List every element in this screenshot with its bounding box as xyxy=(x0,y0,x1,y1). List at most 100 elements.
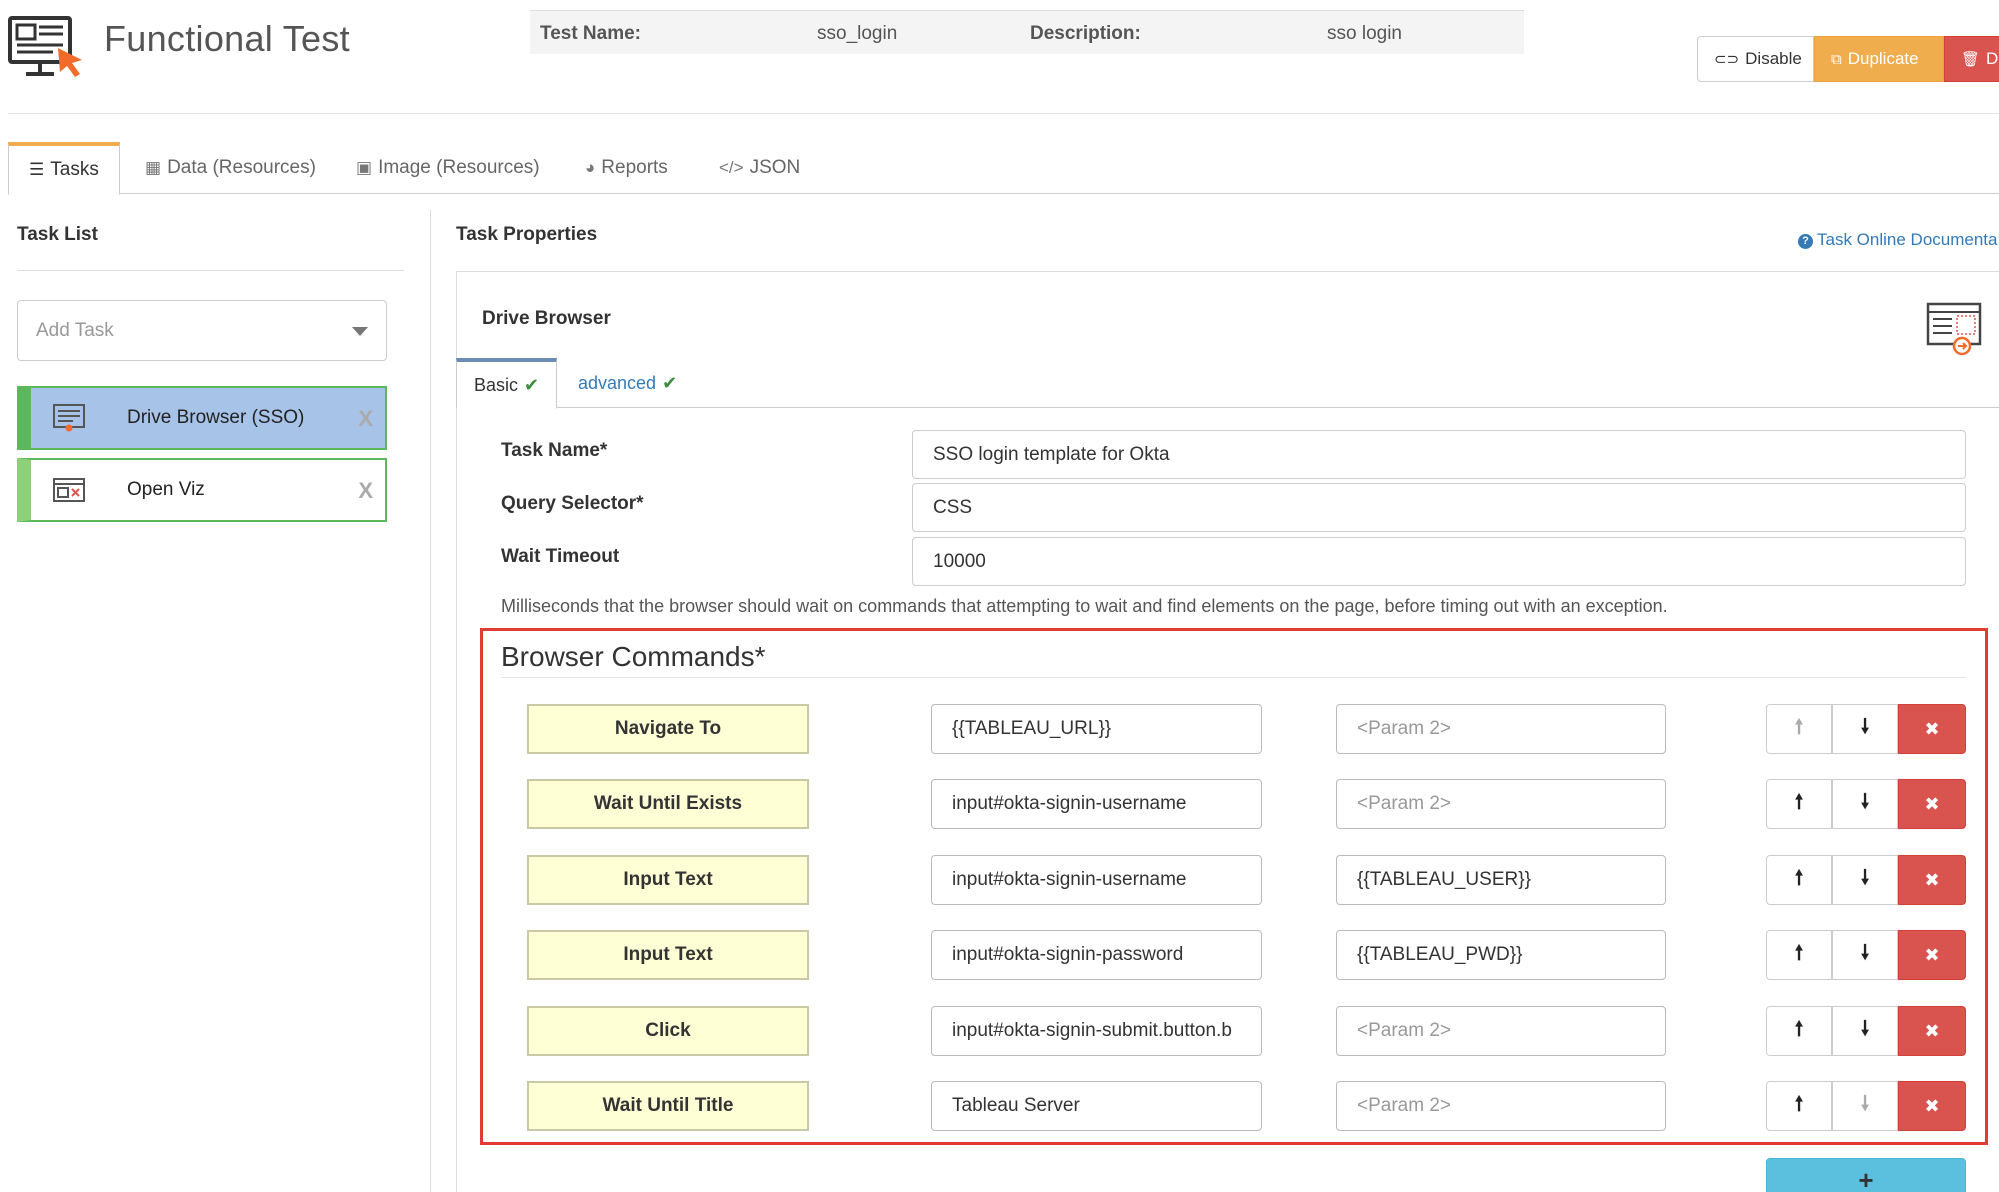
trash-icon: 🗑 xyxy=(1961,51,1981,68)
command-param1-input[interactable] xyxy=(931,930,1262,980)
move-down-icon[interactable]: 🠗 xyxy=(1832,1006,1898,1056)
task-properties-divider xyxy=(456,271,1999,272)
test-name-value: sso_login xyxy=(817,23,898,44)
task-list-divider xyxy=(17,270,404,271)
command-param2-input[interactable] xyxy=(1336,779,1666,829)
delete-command-icon[interactable]: ✖ xyxy=(1898,930,1966,980)
command-param2-input[interactable] xyxy=(1336,855,1666,905)
tab-advanced[interactable]: advanced ✔ xyxy=(578,358,677,408)
move-down-icon[interactable]: 🠗 xyxy=(1832,855,1898,905)
tab-tasks-label: Tasks xyxy=(50,159,99,180)
command-row: Input Text 🠕🠗✖ xyxy=(0,855,1999,905)
help-circle-icon: ? xyxy=(1798,234,1813,249)
remove-task-icon[interactable]: X xyxy=(358,478,373,504)
description-label: Description: xyxy=(1030,23,1141,44)
tab-advanced-label: advanced xyxy=(578,372,657,393)
move-down-icon[interactable]: 🠗 xyxy=(1832,779,1898,829)
add-task-placeholder: Add Task xyxy=(36,320,114,341)
task-properties-title: Task Properties xyxy=(456,224,598,245)
tab-basic[interactable]: Basic ✔ xyxy=(456,358,557,409)
move-up-icon[interactable]: 🠕 xyxy=(1766,855,1832,905)
command-name[interactable]: Navigate To xyxy=(527,704,809,754)
check-icon: ✔ xyxy=(662,372,678,393)
pie-chart-icon: ◕ xyxy=(585,158,596,177)
delete-label: De xyxy=(1986,49,1999,68)
test-info-bar: Test Name: sso_login Description: sso lo… xyxy=(530,10,1524,54)
delete-command-icon[interactable]: ✖ xyxy=(1898,1006,1966,1056)
task-name: Open Viz xyxy=(127,479,205,500)
command-param1-input[interactable] xyxy=(931,779,1262,829)
duplicate-label: Duplicate xyxy=(1847,49,1919,68)
app-title: Functional Test xyxy=(104,18,350,59)
move-up-icon[interactable]: 🠕 xyxy=(1766,1006,1832,1056)
task-name-input[interactable] xyxy=(912,430,1966,479)
task-list-item-open-viz[interactable]: Open Viz X xyxy=(17,458,387,522)
header-divider xyxy=(8,113,1999,114)
disable-label: Disable xyxy=(1745,49,1802,68)
add-command-button[interactable]: + xyxy=(1766,1158,1966,1192)
task-list-title: Task List xyxy=(17,224,98,245)
tab-image-resources[interactable]: ▣ Image (Resources) xyxy=(356,142,540,194)
delete-button[interactable]: 🗑 De xyxy=(1944,36,1999,82)
command-name[interactable]: Input Text xyxy=(527,930,809,980)
delete-command-icon[interactable]: ✖ xyxy=(1898,855,1966,905)
move-up-icon[interactable]: 🠕 xyxy=(1766,930,1832,980)
disable-button[interactable]: ⊂⊃ Disable xyxy=(1697,36,1814,82)
move-up-icon[interactable]: 🠕 xyxy=(1766,704,1832,754)
delete-command-icon[interactable]: ✖ xyxy=(1898,1081,1966,1131)
task-name-label: Task Name* xyxy=(501,440,608,461)
drive-browser-icon xyxy=(1926,302,1982,356)
move-down-icon[interactable]: 🠗 xyxy=(1832,704,1898,754)
browser-commands-divider xyxy=(501,677,1966,678)
browser-task-icon xyxy=(53,404,85,432)
command-param2-input[interactable] xyxy=(1336,1081,1666,1131)
command-row: Wait Until Title 🠕🠗✖ xyxy=(0,1081,1999,1131)
command-actions: 🠕 🠗 ✖ xyxy=(1766,1081,1966,1131)
tab-reports[interactable]: ◕ Reports xyxy=(585,142,668,194)
command-param1-input[interactable] xyxy=(931,704,1262,754)
description-value: sso login xyxy=(1327,23,1402,44)
delete-command-icon[interactable]: ✖ xyxy=(1898,704,1966,754)
tab-reports-label: Reports xyxy=(601,157,668,178)
move-down-icon[interactable]: 🠗 xyxy=(1832,930,1898,980)
delete-command-icon[interactable]: ✖ xyxy=(1898,779,1966,829)
command-row: Wait Until Exists 🠕🠗✖ xyxy=(0,779,1999,829)
command-param1-input[interactable] xyxy=(931,1081,1262,1131)
move-up-icon[interactable]: 🠕 xyxy=(1766,779,1832,829)
command-param1-input[interactable] xyxy=(931,855,1262,905)
main-tabs: ☰ Tasks ▦ Data (Resources) ▣ Image (Reso… xyxy=(8,142,1999,195)
wait-timeout-input[interactable] xyxy=(912,537,1966,586)
check-icon: ✔ xyxy=(523,374,540,395)
task-documentation-link[interactable]: ? Task Online Documenta xyxy=(1798,230,1997,250)
tab-data-resources[interactable]: ▦ Data (Resources) xyxy=(145,142,316,194)
command-param2-input[interactable] xyxy=(1336,930,1666,980)
command-name[interactable]: Wait Until Exists xyxy=(527,779,809,829)
move-up-icon[interactable]: 🠕 xyxy=(1766,1081,1832,1131)
toggle-icon: ⊂⊃ xyxy=(1714,51,1740,68)
test-name-label: Test Name: xyxy=(540,23,642,44)
app-logo-icon xyxy=(8,16,82,77)
tab-basic-label: Basic xyxy=(473,374,518,395)
command-param1-input[interactable] xyxy=(931,1006,1262,1056)
tab-json-label: JSON xyxy=(749,157,801,178)
add-task-select[interactable]: Add Task xyxy=(17,300,387,361)
duplicate-button[interactable]: ⧉ Duplicate xyxy=(1814,36,1944,82)
command-name[interactable]: Wait Until Title xyxy=(527,1081,809,1131)
command-row: Input Text 🠕🠗✖ xyxy=(0,930,1999,980)
command-actions: 🠕 🠗 ✖ xyxy=(1766,855,1966,905)
task-type-title: Drive Browser xyxy=(482,308,611,329)
tab-data-label: Data (Resources) xyxy=(167,157,316,178)
command-actions: 🠕 🠗 ✖ xyxy=(1766,779,1966,829)
command-param2-input[interactable] xyxy=(1336,704,1666,754)
command-param2-input[interactable] xyxy=(1336,1006,1666,1056)
tab-tasks[interactable]: ☰ Tasks xyxy=(8,142,120,195)
command-name[interactable]: Input Text xyxy=(527,855,809,905)
code-icon: </> xyxy=(719,158,744,177)
tab-json[interactable]: </> JSON xyxy=(719,142,800,194)
task-list-item-drive-browser[interactable]: Drive Browser (SSO) X xyxy=(17,386,387,450)
command-name[interactable]: Click xyxy=(527,1006,809,1056)
move-down-icon[interactable]: 🠗 xyxy=(1832,1081,1898,1131)
table-icon: ▦ xyxy=(145,158,162,177)
remove-task-icon[interactable]: X xyxy=(358,406,373,432)
query-selector-input[interactable] xyxy=(912,483,1966,532)
